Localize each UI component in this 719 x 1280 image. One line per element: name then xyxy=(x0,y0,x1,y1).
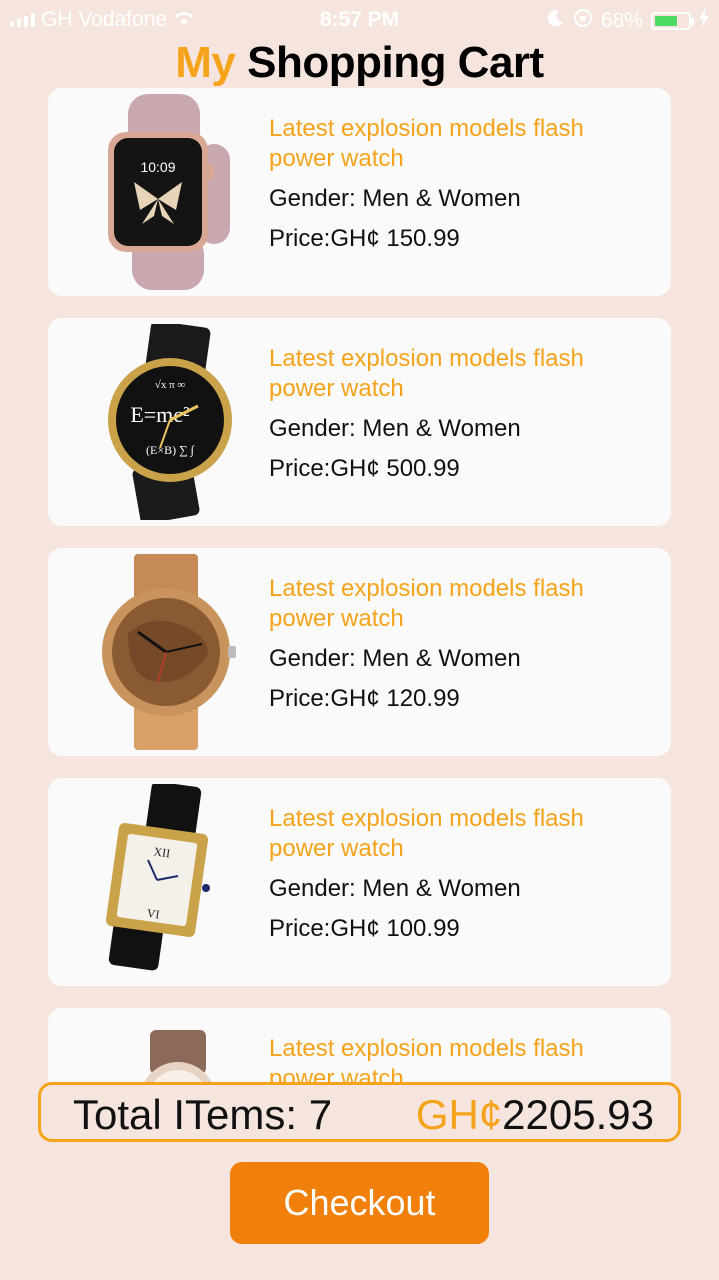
currency-symbol: GH¢ xyxy=(415,1091,503,1138)
cart-item[interactable]: 10:09 Latest explosion models flash powe… xyxy=(48,88,671,296)
svg-text:√x π ∞: √x π ∞ xyxy=(155,379,186,391)
emc2-black-watch-image: E=mc² (E×B) ∑ ∫ √x π ∞ xyxy=(78,320,258,524)
status-bar: GH Vodafone 8:57 PM 68% xyxy=(0,0,719,40)
item-gender: Gender: Men & Women xyxy=(269,645,521,672)
cart-item[interactable]: Latest explosion models flash power watc… xyxy=(48,548,671,756)
total-value: 2205.93 xyxy=(502,1091,654,1138)
item-price: Price:GH¢ 150.99 xyxy=(269,225,460,252)
svg-text:VI: VI xyxy=(146,906,160,922)
moon-icon xyxy=(547,9,565,33)
cart-list[interactable]: 10:09 Latest explosion models flash powe… xyxy=(0,88,719,1088)
wooden-watch-image xyxy=(78,554,258,750)
item-gender: Gender: Men & Women xyxy=(269,875,521,902)
item-info: Latest explosion models flash power watc… xyxy=(269,1034,649,1088)
rose-gold-smartwatch-image: 10:09 xyxy=(78,94,258,290)
jeweled-watch-image xyxy=(78,1014,258,1088)
item-gender: Gender: Men & Women xyxy=(269,415,521,442)
item-info: Latest explosion models flash power watc… xyxy=(269,574,649,714)
item-gender: Gender: Men & Women xyxy=(269,185,521,212)
title-accent: My xyxy=(175,38,236,87)
total-summary: Total ITems: 7 GH¢2205.93 xyxy=(38,1082,681,1142)
cart-item[interactable]: XII VI Latest explosion models flash pow… xyxy=(48,778,671,986)
status-right: 68% xyxy=(547,8,709,34)
item-name: Latest explosion models flash power watc… xyxy=(269,805,584,862)
svg-text:(E×B) ∑ ∫: (E×B) ∑ ∫ xyxy=(146,443,195,457)
battery-icon xyxy=(651,12,694,30)
item-price: Price:GH¢ 500.99 xyxy=(269,455,460,482)
checkout-button[interactable]: Checkout xyxy=(230,1162,489,1244)
cart-item[interactable]: Latest explosion models flash power watc… xyxy=(48,1008,671,1088)
battery-percent: 68% xyxy=(600,9,643,32)
svg-text:10:09: 10:09 xyxy=(140,159,175,175)
item-price: Price:GH¢ 120.99 xyxy=(269,685,460,712)
charging-icon xyxy=(699,9,709,33)
item-name: Latest explosion models flash power watc… xyxy=(269,575,584,632)
page-title: My Shopping Cart xyxy=(0,38,719,88)
item-name: Latest explosion models flash power watc… xyxy=(269,345,584,402)
total-amount: GH¢2205.93 xyxy=(416,1091,654,1139)
gold-tank-watch-image: XII VI xyxy=(78,781,258,980)
rotation-lock-icon xyxy=(573,8,593,34)
total-items-label: Total ITems: 7 xyxy=(73,1091,333,1138)
item-info: Latest explosion models flash power watc… xyxy=(269,804,649,944)
item-price: Price:GH¢ 100.99 xyxy=(269,915,460,942)
title-rest: Shopping Cart xyxy=(247,38,544,87)
svg-text:XII: XII xyxy=(153,844,171,860)
item-name: Latest explosion models flash power watc… xyxy=(269,1035,584,1088)
item-name: Latest explosion models flash power watc… xyxy=(269,115,584,172)
item-info: Latest explosion models flash power watc… xyxy=(269,114,649,254)
item-info: Latest explosion models flash power watc… xyxy=(269,344,649,484)
cart-item[interactable]: E=mc² (E×B) ∑ ∫ √x π ∞ Latest explosion … xyxy=(48,318,671,526)
